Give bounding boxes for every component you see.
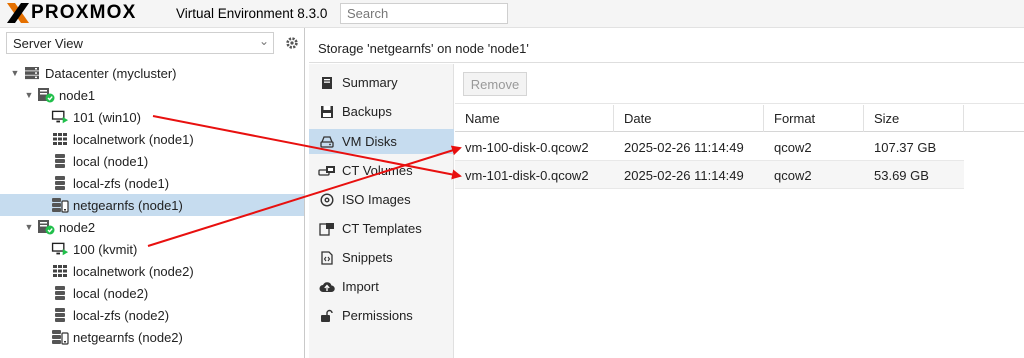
tree-item-label: netgearnfs (node2) — [73, 329, 183, 345]
cloud-upload-icon — [318, 279, 336, 295]
datacenter-icon — [23, 65, 41, 81]
storage-icon — [51, 307, 69, 323]
tree-item-node2[interactable]: ▼ node2 — [0, 216, 304, 238]
hdd-icon — [318, 134, 336, 150]
proxmox-logo-icon — [7, 3, 29, 23]
view-selector[interactable]: Server View ⌄ — [6, 32, 274, 54]
storage-icon — [51, 285, 69, 301]
toolbar: Remove — [455, 64, 1024, 104]
nav-label: CT Volumes — [342, 163, 413, 178]
tree-item-datacenter[interactable]: ▼ Datacenter (mycluster) — [0, 62, 304, 84]
book-icon — [318, 75, 336, 91]
tree-item-local-zfs-node2[interactable]: local-zfs (node2) — [0, 304, 304, 326]
storage-nfs-icon — [51, 329, 69, 345]
tree-item-netgearnfs-node2[interactable]: netgearnfs (node2) — [0, 326, 304, 348]
tree-item-label: 101 (win10) — [73, 109, 141, 125]
nav-iso-images[interactable]: ISO Images — [309, 187, 454, 212]
ct-volume-icon — [318, 163, 336, 179]
nav-label: Snippets — [342, 250, 393, 265]
column-header-name[interactable]: Name — [455, 105, 614, 132]
nav-vm-disks[interactable]: VM Disks — [309, 129, 454, 154]
table-row[interactable]: vm-100-disk-0.qcow2 2025-02-26 11:14:49 … — [455, 133, 964, 161]
nav-label: VM Disks — [342, 134, 397, 149]
sdn-icon — [51, 263, 69, 279]
tree-item-label: node1 — [59, 87, 96, 103]
page-title: Storage 'netgearnfs' on node 'node1' — [309, 34, 1024, 63]
node-online-icon — [37, 87, 55, 103]
nav-label: ISO Images — [342, 192, 411, 207]
top-bar: PROXMOX Virtual Environment 8.3.0 — [0, 0, 1024, 28]
nav-snippets[interactable]: Snippets — [309, 245, 454, 270]
tree-item-label: localnetwork (node2) — [73, 263, 194, 279]
tree-item-netgearnfs-node1[interactable]: netgearnfs (node1) — [0, 194, 304, 216]
table-row[interactable]: vm-101-disk-0.qcow2 2025-02-26 11:14:49 … — [455, 161, 964, 189]
collapse-toggle-icon[interactable]: ▼ — [10, 68, 20, 78]
tree-item-label: Datacenter (mycluster) — [45, 65, 177, 81]
remove-button[interactable]: Remove — [463, 72, 527, 96]
product-version: Virtual Environment 8.3.0 — [176, 6, 328, 21]
collapse-toggle-icon[interactable]: ▼ — [24, 90, 34, 100]
tree-item-node1[interactable]: ▼ node1 — [0, 84, 304, 106]
nav-label: CT Templates — [342, 221, 422, 236]
tree-item-local-node2[interactable]: local (node2) — [0, 282, 304, 304]
nav-ct-volumes[interactable]: CT Volumes — [309, 158, 454, 183]
tree-item-label: localnetwork (node1) — [73, 131, 194, 147]
column-header-format[interactable]: Format — [764, 105, 864, 132]
tree-item-label: netgearnfs (node1) — [73, 197, 183, 213]
nav-label: Import — [342, 279, 379, 294]
tree-item-local-node1[interactable]: local (node1) — [0, 150, 304, 172]
column-header-size[interactable]: Size — [864, 105, 964, 132]
storage-icon — [51, 153, 69, 169]
gear-icon[interactable] — [281, 32, 303, 54]
storage-nfs-icon — [51, 197, 69, 213]
tree-item-label: local-zfs (node1) — [73, 175, 170, 191]
tree-item-localnetwork-node2[interactable]: localnetwork (node2) — [0, 260, 304, 282]
tree-item-local-zfs-node1[interactable]: local-zfs (node1) — [0, 172, 304, 194]
nav-label: Summary — [342, 75, 398, 90]
node-online-icon — [37, 219, 55, 235]
view-selector-value: Server View — [13, 36, 83, 51]
cell-format: qcow2 — [774, 168, 812, 183]
disc-icon — [318, 192, 336, 208]
nav-import[interactable]: Import — [309, 274, 454, 299]
tree-item-localnetwork-node1[interactable]: localnetwork (node1) — [0, 128, 304, 150]
tree-item-label: local-zfs (node2) — [73, 307, 170, 323]
template-icon — [318, 221, 336, 237]
unlock-icon — [318, 308, 336, 324]
cell-size: 53.69 GB — [874, 168, 929, 183]
tree-item-label: local (node1) — [73, 153, 149, 169]
cell-name: vm-101-disk-0.qcow2 — [465, 168, 589, 183]
tree-item-vm-100[interactable]: 100 (kvmit) — [0, 238, 304, 260]
tree-item-label: 100 (kvmit) — [73, 241, 138, 257]
nav-permissions[interactable]: Permissions — [309, 303, 454, 328]
column-header-date[interactable]: Date — [614, 105, 764, 132]
floppy-icon — [318, 104, 336, 120]
storage-subnav: Summary Backups VM Disks CT Volumes ISO … — [309, 64, 454, 358]
search-input[interactable] — [340, 3, 508, 24]
nav-summary[interactable]: Summary — [309, 70, 454, 95]
cell-date: 2025-02-26 11:14:49 — [624, 168, 744, 183]
cell-date: 2025-02-26 11:14:49 — [624, 140, 744, 155]
vm-running-icon — [51, 241, 69, 257]
cell-format: qcow2 — [774, 140, 812, 155]
resource-tree-panel: Server View ⌄ ▼ Datacenter (mycluster) ▼… — [0, 28, 305, 358]
chevron-down-icon: ⌄ — [258, 34, 269, 48]
grid-header: Name Date Format Size — [455, 105, 1024, 132]
sdn-icon — [51, 131, 69, 147]
storage-icon — [51, 175, 69, 191]
vm-running-icon — [51, 109, 69, 125]
tree-item-vm-101[interactable]: 101 (win10) — [0, 106, 304, 128]
tree-item-label: local (node2) — [73, 285, 149, 301]
brand-name: PROXMOX — [31, 2, 137, 23]
nav-ct-templates[interactable]: CT Templates — [309, 216, 454, 241]
file-code-icon — [318, 250, 336, 266]
nav-label: Permissions — [342, 308, 413, 323]
cell-size: 107.37 GB — [874, 140, 937, 155]
nav-backups[interactable]: Backups — [309, 99, 454, 124]
nav-label: Backups — [342, 104, 392, 119]
cell-name: vm-100-disk-0.qcow2 — [465, 140, 589, 155]
tree-item-label: node2 — [59, 219, 96, 235]
collapse-toggle-icon[interactable]: ▼ — [24, 222, 34, 232]
